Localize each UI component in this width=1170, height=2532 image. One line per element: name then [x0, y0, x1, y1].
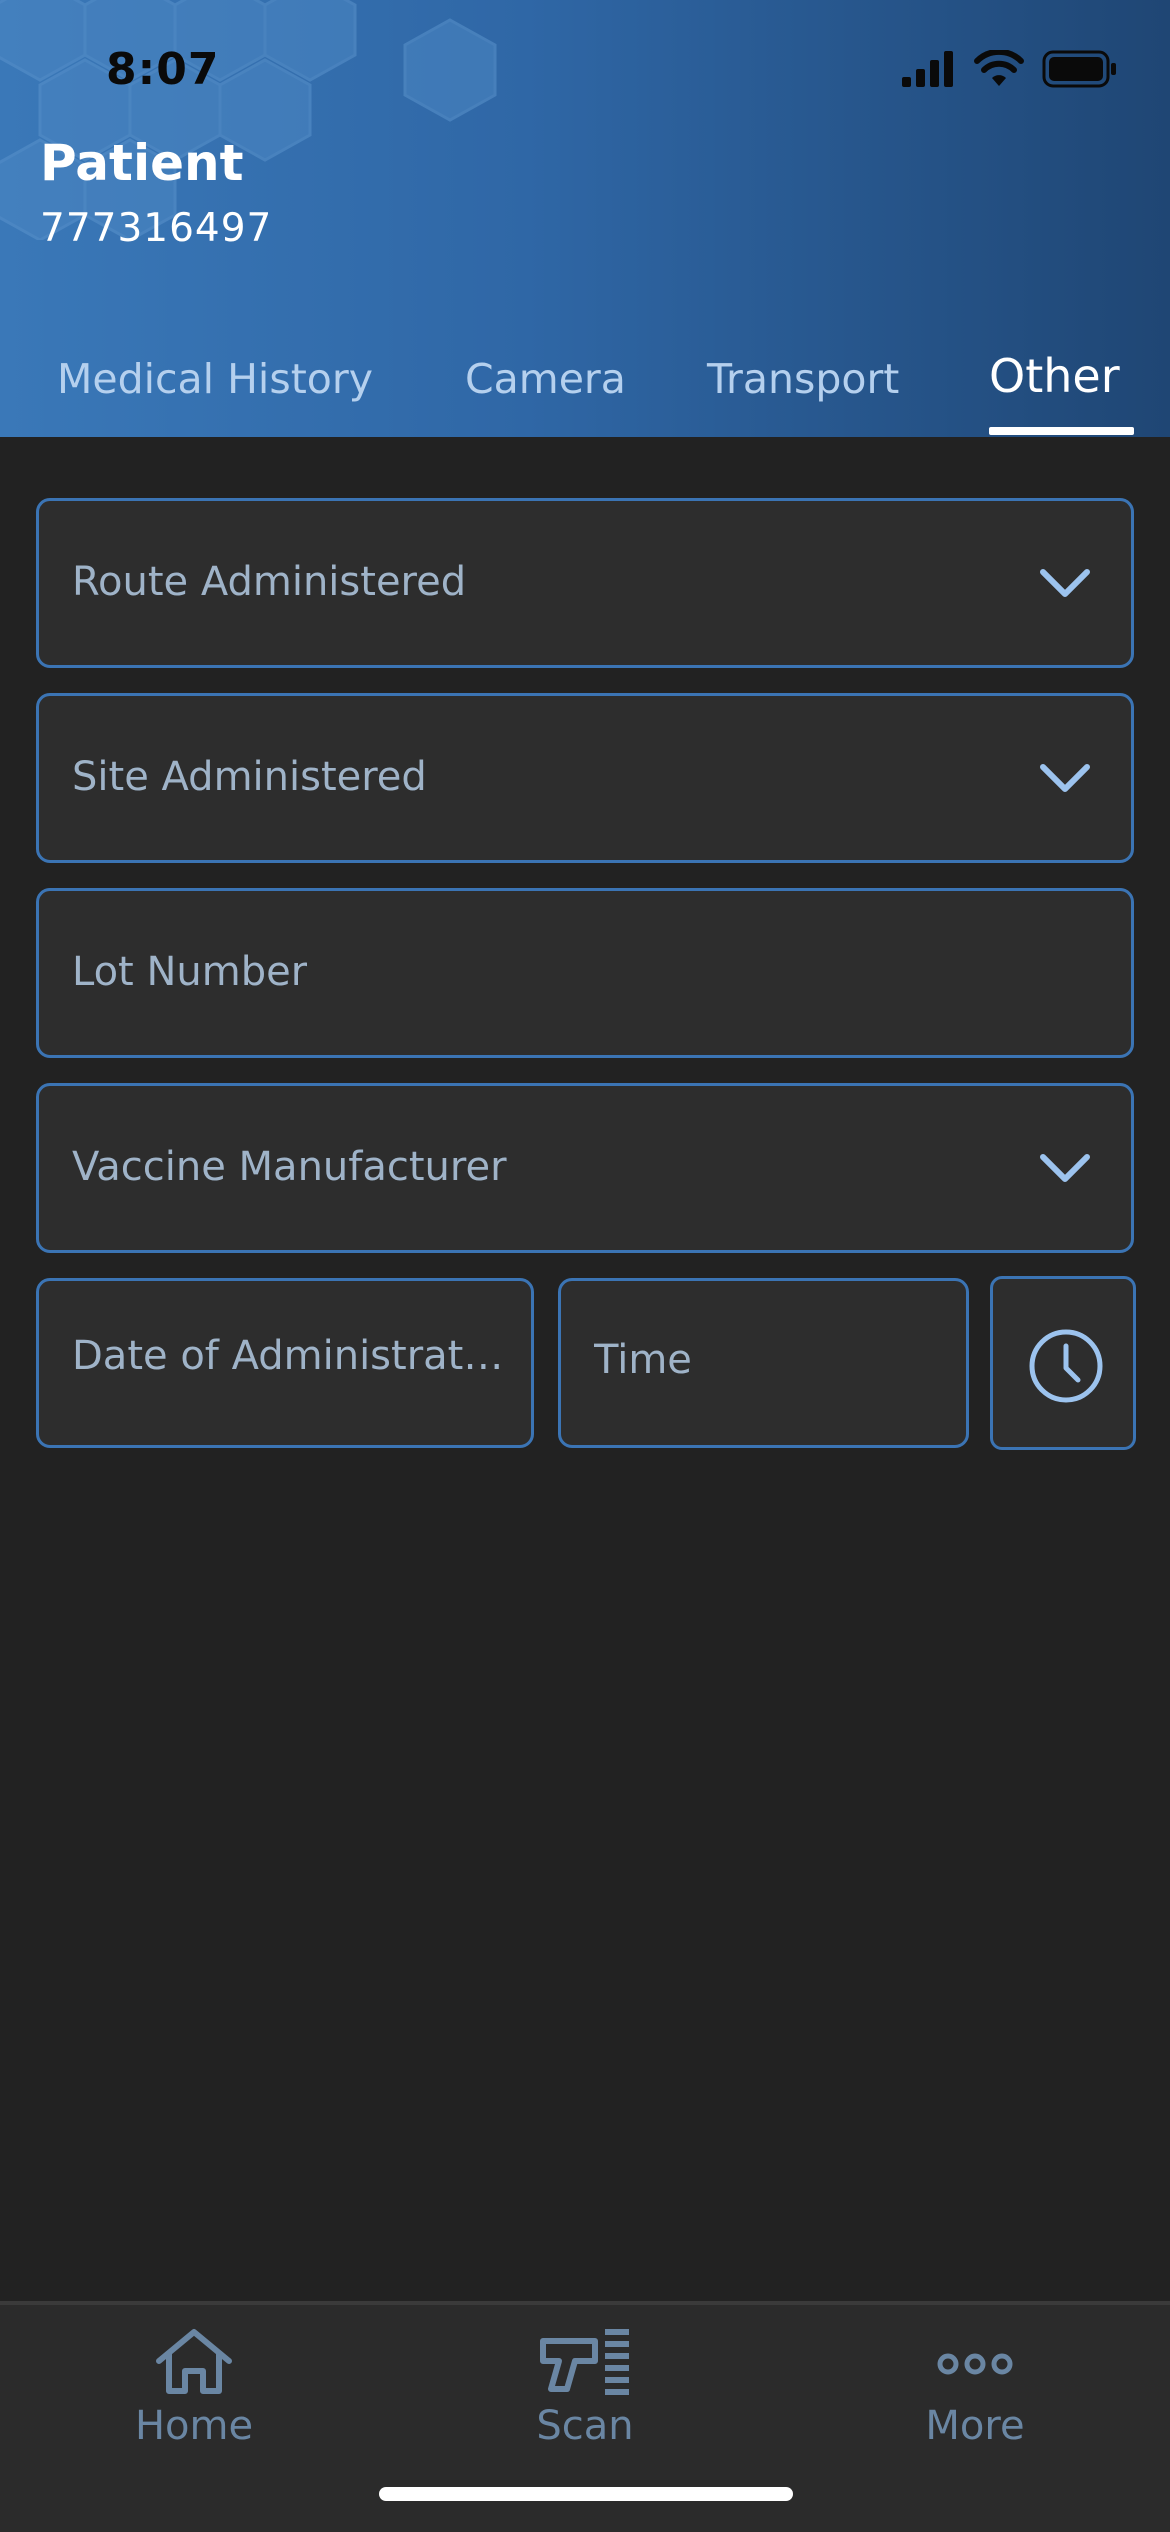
home-indicator[interactable]: [379, 2487, 793, 2501]
active-tab-indicator: [989, 427, 1134, 435]
clock-icon: [1029, 1329, 1103, 1403]
nav-more-label: More: [925, 2403, 1025, 2449]
tab-transport[interactable]: Transport: [707, 355, 899, 437]
lot-number-input[interactable]: Lot Number: [36, 888, 1134, 1058]
more-dots-icon: [937, 2353, 1013, 2375]
cellular-signal-icon: [902, 51, 953, 87]
tab-other[interactable]: Other: [989, 349, 1120, 431]
nav-scan-label: Scan: [536, 2403, 634, 2449]
time-picker-button[interactable]: [990, 1276, 1136, 1450]
tab-bar: Medical History Camera Transport Other: [0, 349, 1170, 437]
chevron-down-icon: [1040, 1154, 1090, 1182]
chevron-down-icon: [1040, 764, 1090, 792]
time-input[interactable]: Time: [558, 1278, 969, 1448]
nav-scan[interactable]: Scan: [455, 2305, 715, 2465]
site-administered-select[interactable]: Site Administered: [36, 693, 1134, 863]
site-administered-placeholder: Site Administered: [72, 754, 427, 800]
route-administered-select[interactable]: Route Administered: [36, 498, 1134, 668]
hexagon-pattern-decoration: [0, 0, 497, 240]
home-icon: [156, 2329, 232, 2394]
tab-camera[interactable]: Camera: [465, 355, 626, 437]
chevron-down-icon: [1040, 569, 1090, 597]
date-of-administration-placeholder: Date of Administrati…: [72, 1333, 512, 1379]
date-of-administration-input[interactable]: Date of Administrati…: [36, 1278, 534, 1448]
nav-more[interactable]: More: [845, 2305, 1105, 2465]
battery-icon: [1042, 50, 1116, 88]
tab-medical-history[interactable]: Medical History: [57, 355, 373, 437]
wifi-icon: [974, 50, 1024, 86]
lot-number-placeholder: Lot Number: [72, 949, 308, 995]
patient-id: 777316497: [40, 206, 273, 251]
route-administered-placeholder: Route Administered: [72, 559, 467, 605]
nav-home[interactable]: Home: [64, 2305, 324, 2465]
vaccine-manufacturer-select[interactable]: Vaccine Manufacturer: [36, 1083, 1134, 1253]
page-title: Patient: [40, 134, 244, 192]
status-bar-time: 8:07: [106, 44, 220, 95]
time-placeholder: Time: [594, 1337, 692, 1383]
vaccine-manufacturer-placeholder: Vaccine Manufacturer: [72, 1144, 507, 1190]
header: 8:07 Patient 777316497 Medical History C…: [0, 0, 1170, 437]
nav-home-label: Home: [134, 2403, 254, 2449]
barcode-scanner-icon: [540, 2329, 629, 2395]
status-bar-icons: [900, 50, 1118, 88]
